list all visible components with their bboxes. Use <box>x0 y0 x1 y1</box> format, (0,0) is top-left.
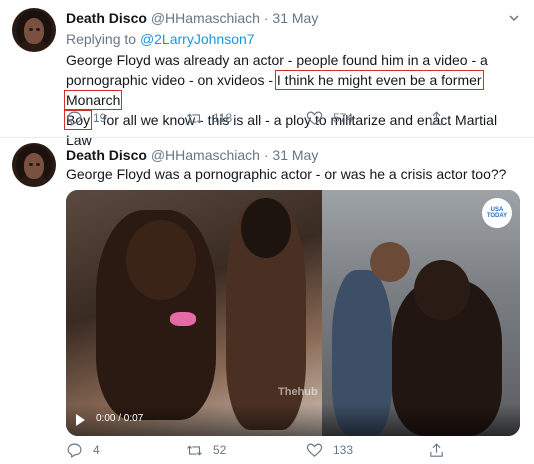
like-count: 574 <box>333 111 354 125</box>
share-button[interactable] <box>428 108 455 128</box>
reply-button[interactable]: 4 <box>66 440 100 460</box>
retweet-count: 52 <box>213 443 227 457</box>
tweet[interactable]: Death Disco @HHamaschiach · 31 May Reply… <box>0 0 534 148</box>
tweet-date[interactable]: 31 May <box>272 10 318 26</box>
play-icon[interactable] <box>76 414 85 426</box>
replying-prefix: Replying to <box>66 31 140 47</box>
avatar[interactable] <box>12 8 56 52</box>
tweet-date[interactable]: 31 May <box>272 147 318 163</box>
video-watermark: Thehub <box>278 386 318 398</box>
separator-dot: · <box>263 10 269 26</box>
tweet-actions: 4 52 133 <box>66 440 456 460</box>
avatar[interactable] <box>12 143 56 187</box>
reply-icon <box>67 111 82 126</box>
tweet-actions: 19 118 574 <box>66 108 456 128</box>
share-button[interactable] <box>428 440 455 460</box>
retweet-count: 118 <box>213 111 233 125</box>
reply-button[interactable]: 19 <box>66 108 106 128</box>
video-controls: 0:00 / 0:07 <box>66 404 520 436</box>
retweet-button[interactable]: 118 <box>186 108 232 128</box>
reply-count: 4 <box>93 443 100 457</box>
video-frame-right <box>322 190 520 436</box>
retweet-icon <box>187 112 202 124</box>
video-time: 0:00 / 0:07 <box>96 413 144 424</box>
replying-to: Replying to @2LarryJohnson7 <box>66 30 255 48</box>
video-player[interactable]: Thehub USA TODAY 0:00 / 0:07 <box>66 190 520 436</box>
mention-link[interactable]: @2LarryJohnson7 <box>140 31 255 47</box>
caret-down-icon[interactable] <box>508 12 520 24</box>
tweet-header: Death Disco @HHamaschiach · 31 May <box>66 9 318 27</box>
reply-icon <box>67 443 82 458</box>
display-name[interactable]: Death Disco <box>66 10 147 26</box>
usa-today-badge: USA TODAY <box>482 198 512 228</box>
reply-count: 19 <box>93 111 107 125</box>
like-icon <box>306 111 323 125</box>
retweet-button[interactable]: 52 <box>186 440 226 460</box>
tweet-header: Death Disco @HHamaschiach · 31 May <box>66 146 318 164</box>
like-count: 133 <box>333 443 354 457</box>
user-handle[interactable]: @HHamaschiach <box>151 147 260 163</box>
separator-dot: · <box>263 147 269 163</box>
display-name[interactable]: Death Disco <box>66 147 147 163</box>
retweet-icon <box>187 444 202 456</box>
video-frame-left <box>66 190 322 436</box>
tweet-text: George Floyd was a pornographic actor - … <box>66 166 507 182</box>
share-icon <box>430 110 443 125</box>
like-icon <box>306 443 323 457</box>
like-button[interactable]: 574 <box>306 108 353 128</box>
user-handle[interactable]: @HHamaschiach <box>151 10 260 26</box>
like-button[interactable]: 133 <box>306 440 353 460</box>
tweet[interactable]: Death Disco @HHamaschiach · 31 May Georg… <box>0 138 534 464</box>
share-icon <box>430 442 443 457</box>
tweet-text: George Floyd was already an actor - peop… <box>63 50 526 150</box>
